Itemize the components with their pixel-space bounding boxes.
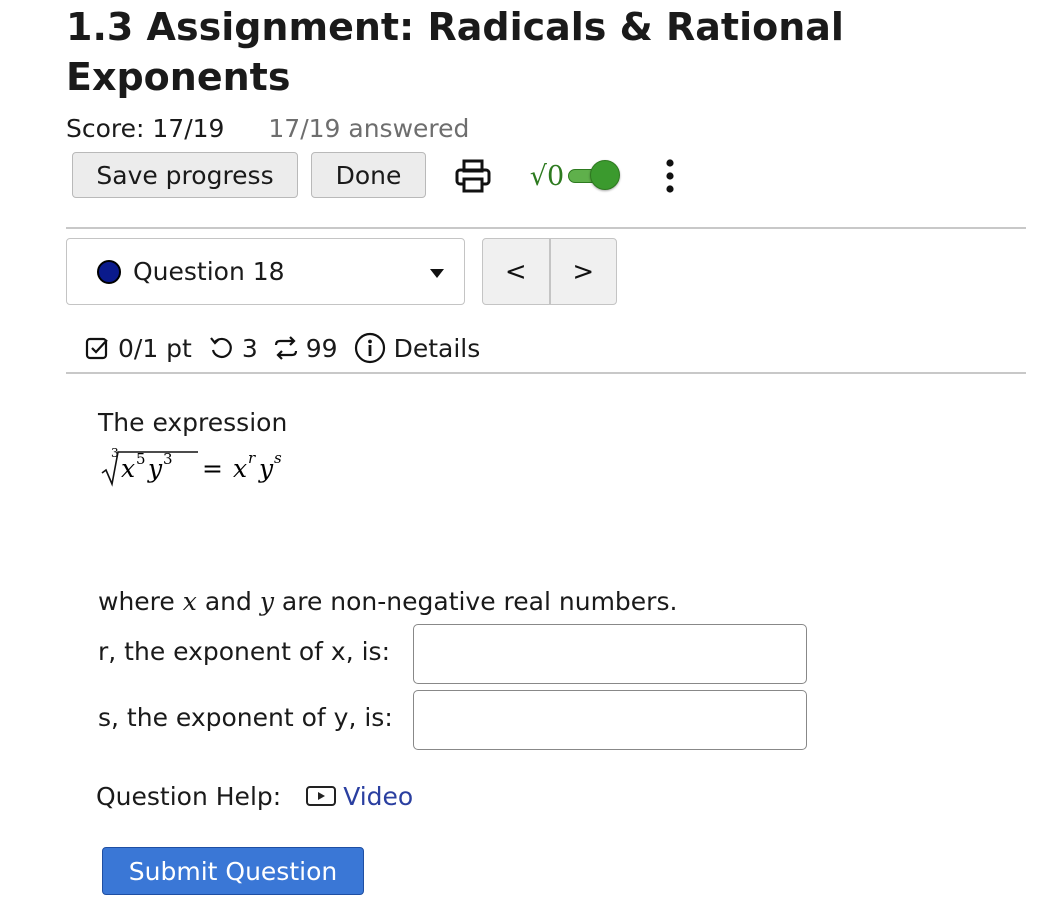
math-var-y: y <box>259 587 274 616</box>
question-help: Question Help: Video <box>96 778 413 814</box>
svg-text:y: y <box>258 454 274 483</box>
details-label: Details <box>393 333 481 363</box>
more-vertical-icon <box>666 159 674 193</box>
r-label: r, the exponent of x, is: <box>98 637 390 666</box>
retries-info: 3 <box>208 334 258 363</box>
math-toggle[interactable]: √0 <box>524 154 628 198</box>
where-text: where <box>98 587 175 616</box>
s-answer-input[interactable] <box>413 690 807 750</box>
info-icon <box>354 332 385 364</box>
next-question-button[interactable]: > <box>548 239 617 304</box>
variable-condition: where x and y are non-negative real numb… <box>98 586 677 618</box>
points-text: 0/1 pt <box>118 333 192 363</box>
question-meta: 0/1 pt 3 99 Details <box>84 330 480 366</box>
svg-text:r: r <box>248 449 256 467</box>
math-expression: 3 x 5 y 3 = x r y s <box>98 444 318 488</box>
attempts-icon <box>274 336 297 360</box>
math-var-x: x <box>182 587 197 616</box>
page-title: 1.3 Assignment: Radicals & Rational Expo… <box>66 5 844 99</box>
submit-question-button[interactable]: Submit Question <box>102 847 364 895</box>
svg-text:s: s <box>274 449 282 467</box>
previous-question-button[interactable]: < <box>483 239 549 304</box>
save-progress-button[interactable]: Save progress <box>72 152 298 198</box>
question-help-label: Question Help: <box>96 781 282 811</box>
video-link[interactable]: Video <box>305 782 413 811</box>
svg-text:x: x <box>233 454 247 483</box>
s-label: s, the exponent of y, is: <box>98 703 393 732</box>
retries-count: 3 <box>241 333 258 363</box>
question-select[interactable]: Question 18 <box>66 238 465 305</box>
attempts-count: 99 <box>305 333 338 363</box>
question-select-label: Question 18 <box>133 257 285 286</box>
video-link-label: Video <box>343 781 414 811</box>
details-button[interactable]: Details <box>354 332 481 364</box>
more-options-button[interactable] <box>655 156 685 196</box>
printer-icon <box>455 159 491 193</box>
question-nav: < > <box>482 238 617 305</box>
svg-text:y: y <box>147 454 163 483</box>
condition-text: are non-negative real numbers. <box>281 587 678 616</box>
score-text: Score: 17/19 <box>66 114 225 143</box>
retry-icon <box>210 337 232 359</box>
done-button[interactable]: Done <box>311 152 426 198</box>
print-button[interactable] <box>452 156 494 196</box>
svg-text:x: x <box>121 454 135 483</box>
divider <box>66 227 1026 229</box>
toggle-switch[interactable] <box>566 160 622 190</box>
svg-text:3: 3 <box>163 450 173 468</box>
attempts-info: 99 <box>272 334 338 363</box>
points-info: 0/1 pt <box>84 334 192 363</box>
divider <box>66 372 1026 374</box>
toggle-knob <box>590 160 621 190</box>
question-intro: The expression <box>98 408 288 437</box>
video-icon <box>306 786 337 806</box>
question-status-dot <box>97 259 121 284</box>
svg-text:5: 5 <box>136 450 146 468</box>
svg-text:=: = <box>202 454 223 483</box>
answered-count: 17/19 answered <box>268 114 470 143</box>
r-answer-input[interactable] <box>413 624 807 684</box>
score-row: Score: 17/19 17/19 answered <box>66 113 469 145</box>
math-toggle-icon: √0 <box>529 160 565 192</box>
checkbox-icon <box>85 337 108 360</box>
caret-down-icon <box>430 269 444 278</box>
and-text: and <box>204 587 252 616</box>
